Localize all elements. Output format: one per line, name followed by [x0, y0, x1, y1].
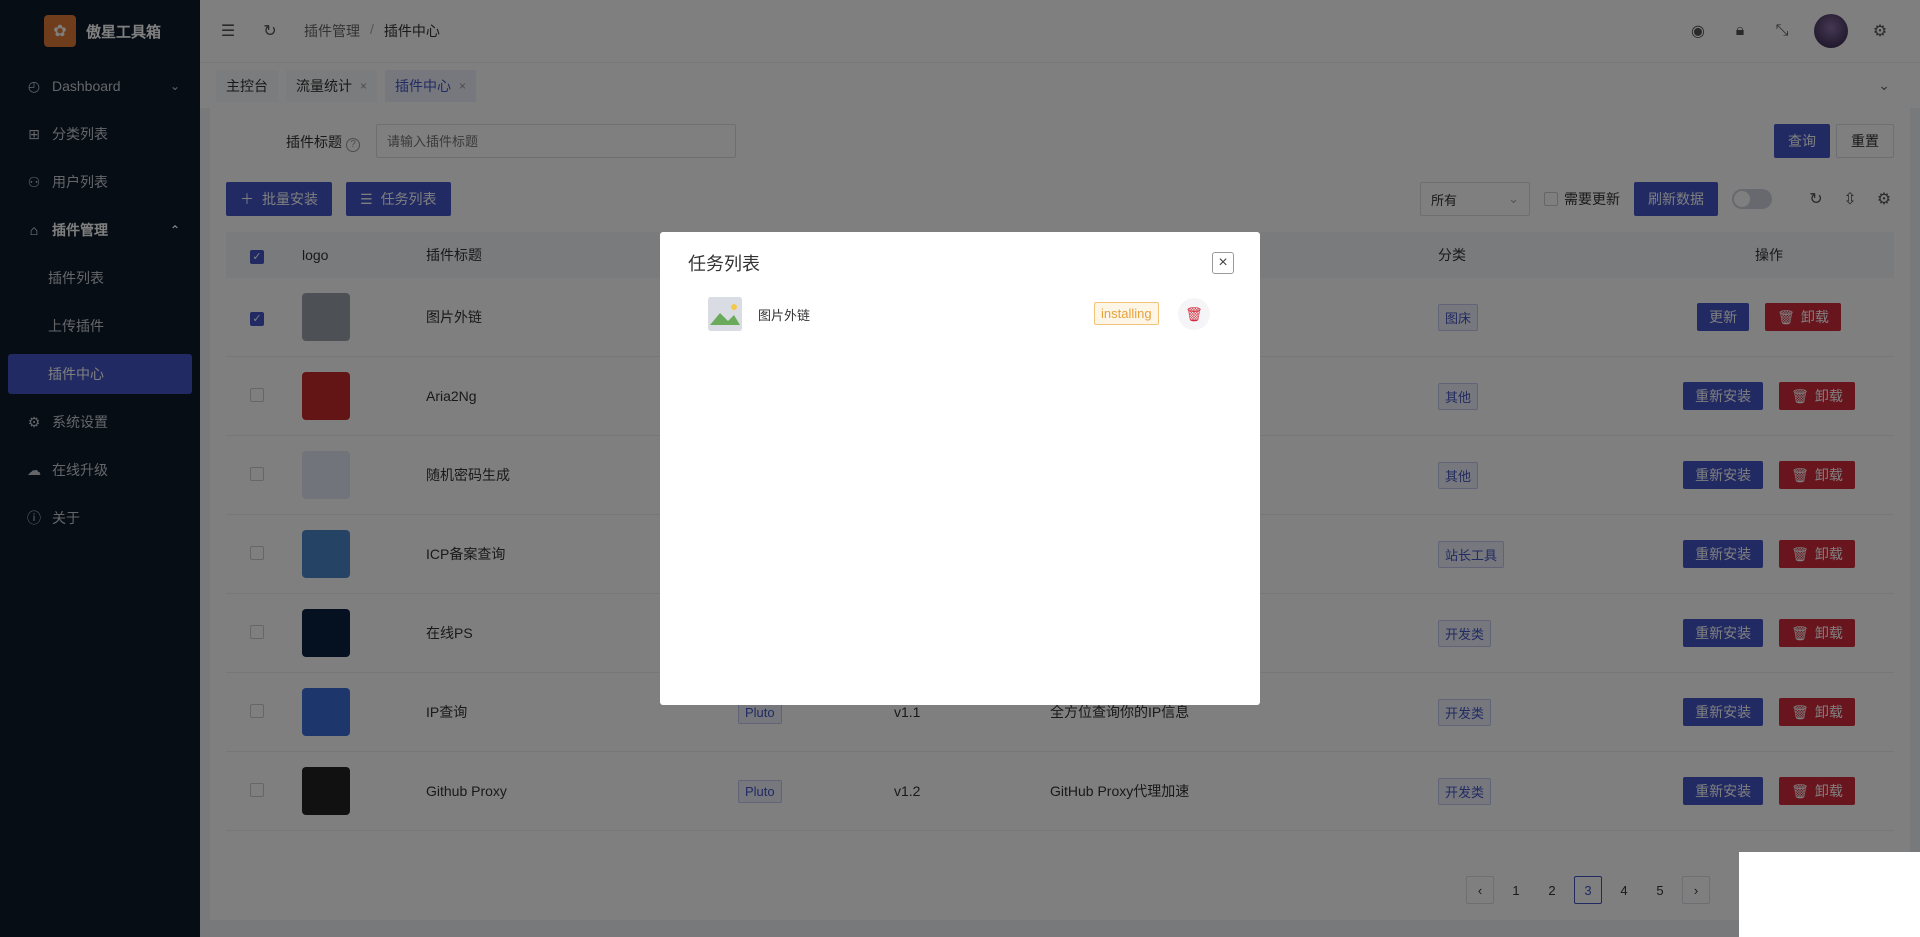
trash-icon[interactable]: 🗑︎ — [1178, 298, 1210, 330]
task-item: 图片外链 installing 🗑︎ — [708, 296, 1218, 332]
corner-widget — [1739, 852, 1920, 937]
close-icon[interactable]: × — [1212, 252, 1234, 274]
task-name: 图片外链 — [758, 307, 811, 323]
task-list-modal: 任务列表 × 图片外链 installing 🗑︎ — [660, 232, 1260, 705]
task-status-badge: installing — [1094, 302, 1159, 325]
image-icon — [708, 297, 742, 331]
modal-title: 任务列表 — [688, 254, 760, 274]
